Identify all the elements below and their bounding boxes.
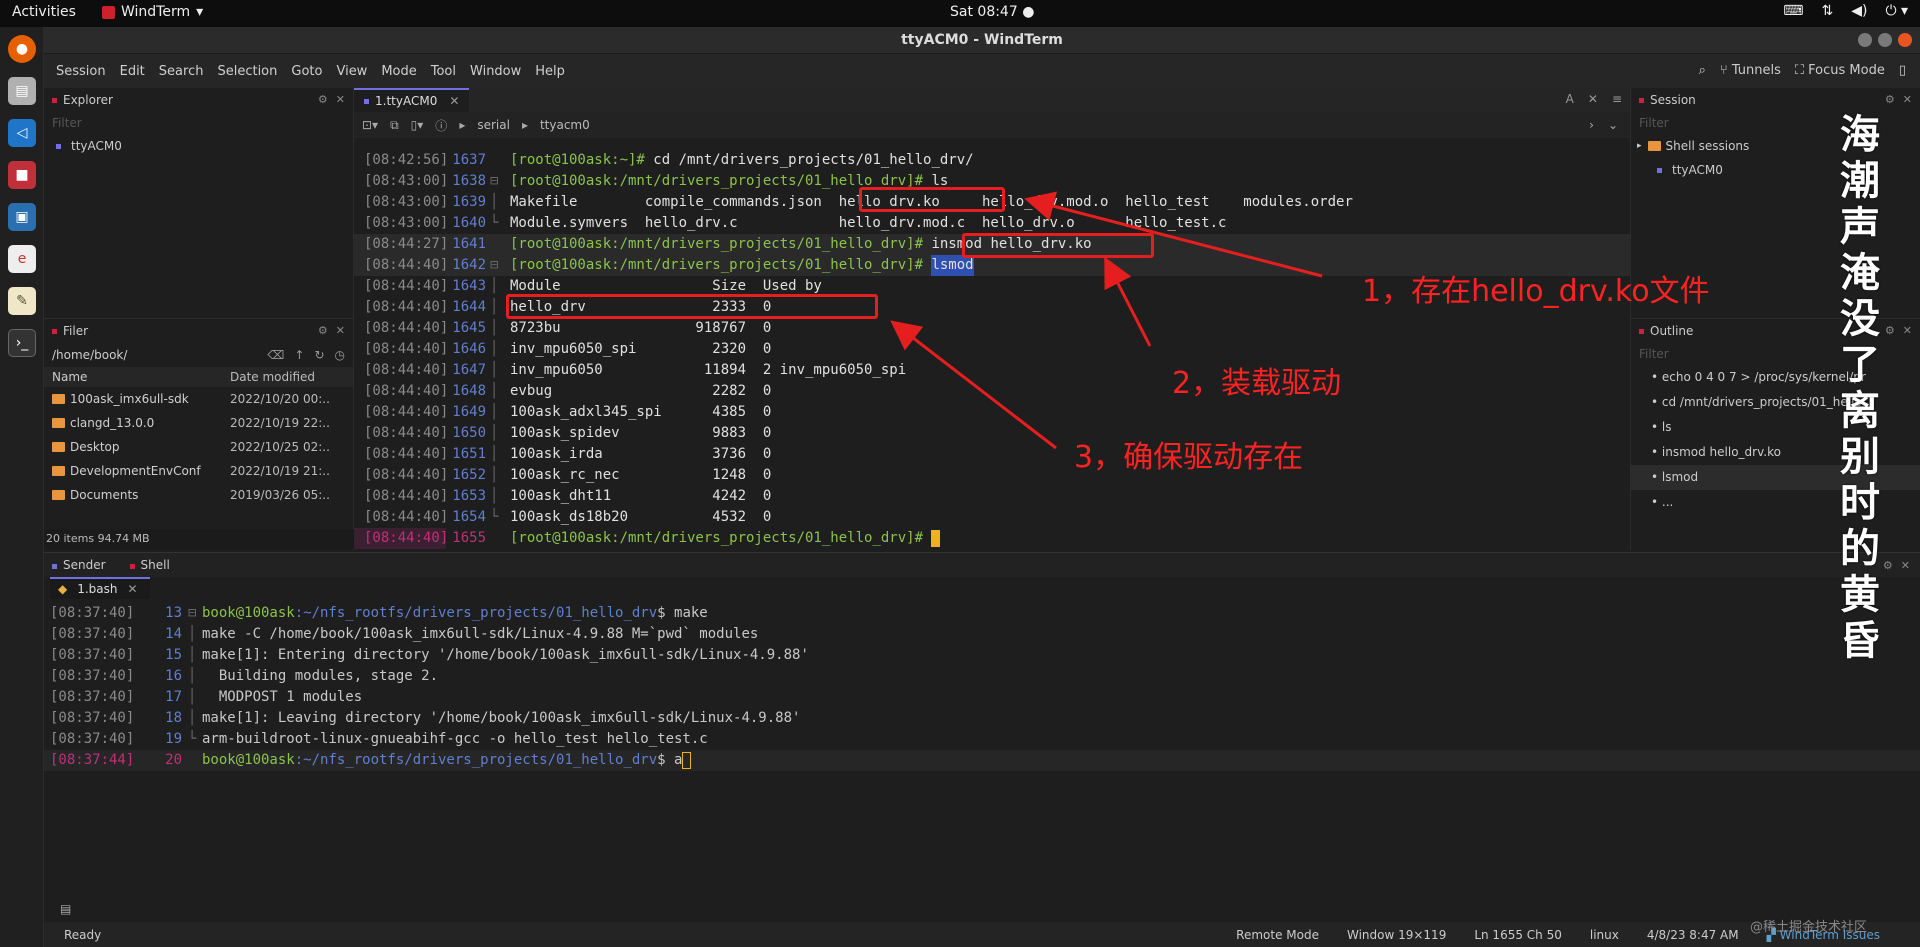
vertical-overlay-text: 海潮声 淹没了离别时的黄昏 (1840, 112, 1880, 664)
watermark: @稀土掘金技术社区 (1750, 920, 1868, 935)
arrow-1 (1024, 191, 1323, 278)
annotation-3: 3，确保驱动存在 (1074, 440, 1304, 475)
arrow-2 (1104, 256, 1152, 347)
annotation-1: 1，存在hello_drv.ko文件 (1362, 274, 1710, 309)
annotation-arrows (890, 191, 1323, 450)
arrow-3 (890, 320, 1057, 450)
annotation-2: 2，装载驱动 (1172, 366, 1342, 401)
